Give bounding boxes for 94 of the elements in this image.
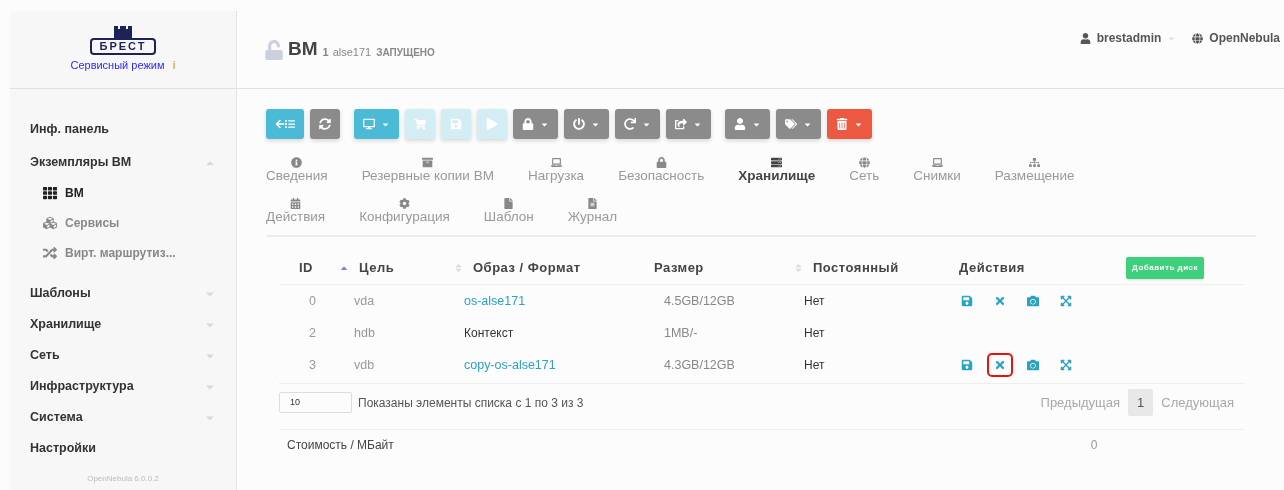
- lock-icon: [655, 157, 667, 168]
- shuffle-icon: [43, 246, 57, 260]
- row-action-button[interactable]: [987, 353, 1013, 377]
- toolbar-button[interactable]: [666, 109, 711, 139]
- back-list-icon: [275, 119, 295, 129]
- table-cell: vda: [354, 293, 375, 308]
- sort-icon: [454, 262, 463, 273]
- table-cell: Нет: [804, 293, 825, 308]
- table-cell: Нет: [804, 325, 825, 340]
- gear-icon: [398, 198, 410, 209]
- floppy-icon: [450, 118, 462, 130]
- close-icon: [994, 359, 1006, 371]
- sitemap-icon: [1029, 157, 1041, 168]
- column-header[interactable]: Действия: [959, 257, 1025, 278]
- expand-icon: [1060, 359, 1072, 371]
- toolbar-button[interactable]: [564, 109, 609, 139]
- floppy-icon: [961, 359, 973, 371]
- document-icon: [586, 198, 598, 209]
- table-cell: 0: [309, 293, 316, 308]
- castle-icon: [113, 25, 133, 38]
- toolbar-button[interactable]: [615, 109, 660, 139]
- server-icon: [771, 157, 783, 168]
- grid-icon: [43, 186, 57, 200]
- sidebar-subitem[interactable]: ВМ: [30, 178, 216, 208]
- sort-icon: [794, 262, 803, 273]
- cost-value: 0: [1090, 436, 1098, 454]
- sidebar-item[interactable]: Экземпляры ВМ: [30, 147, 216, 178]
- tags-icon: [785, 118, 797, 130]
- service-mode-label: Сервисный режим: [70, 57, 165, 73]
- expand-icon: [1060, 295, 1072, 307]
- lock-icon: [522, 118, 534, 130]
- page-size-select[interactable]: 10: [279, 392, 352, 413]
- tab[interactable]: Хранилище: [738, 157, 816, 184]
- laptop-icon: [550, 157, 562, 168]
- trash-icon: [836, 118, 848, 130]
- archive-icon: [422, 157, 434, 168]
- floppy-icon: [961, 295, 973, 307]
- camera-icon: [1027, 295, 1039, 307]
- list-info-text: Показаны элементы списка с 1 по 3 из 3: [358, 394, 584, 412]
- monitor-icon: [363, 118, 375, 130]
- share-icon: [675, 118, 687, 130]
- table-cell: hdb: [354, 325, 375, 340]
- column-header[interactable]: Цель: [359, 257, 395, 278]
- column-header[interactable]: Образ / Формат: [473, 257, 581, 278]
- column-header[interactable]: ID: [299, 257, 313, 278]
- sidebar-item[interactable]: Инфраструктура: [30, 371, 216, 402]
- globe-icon: [1192, 32, 1204, 44]
- table-cell: 3: [309, 357, 316, 372]
- toolbar-button[interactable]: [776, 109, 821, 139]
- table-cell: 4.5GB/12GB: [664, 293, 735, 308]
- user-menu[interactable]: brestadmin: [1079, 29, 1177, 47]
- info-icon: [291, 157, 303, 168]
- vm-state: ЗАПУЩЕНО: [376, 45, 435, 60]
- laptop-icon: [931, 157, 943, 168]
- refresh-icon: [319, 118, 331, 130]
- power-icon: [573, 118, 585, 130]
- toolbar-button[interactable]: [266, 109, 304, 139]
- table-cell: Нет: [804, 357, 825, 372]
- sidebar-item[interactable]: Инф. панель: [30, 114, 216, 145]
- table-cell: 2: [309, 325, 316, 340]
- sidebar-item[interactable]: Хранилище: [30, 309, 216, 340]
- table-cell: 4.3GB/12GB: [664, 357, 735, 372]
- toolbar-button[interactable]: [310, 109, 340, 139]
- table-cell: 1MB/-: [664, 325, 698, 340]
- sidebar-item[interactable]: Система: [30, 402, 216, 433]
- vm-name: alse171: [332, 44, 372, 60]
- globe-icon: [858, 157, 870, 168]
- close-icon: [994, 295, 1006, 307]
- sidebar-item[interactable]: Настройки: [30, 433, 216, 464]
- vm-title: ВМ: [288, 37, 318, 62]
- column-header[interactable]: Размер: [654, 257, 704, 278]
- sidebar-item[interactable]: Шаблоны: [30, 278, 216, 309]
- user-icon: [734, 118, 746, 130]
- toolbar-button[interactable]: [354, 109, 399, 139]
- toolbar-button[interactable]: [827, 109, 872, 139]
- toolbar-button[interactable]: [513, 109, 558, 139]
- cost-label: Стоимость / МБайт: [286, 436, 394, 454]
- camera-icon: [1027, 359, 1039, 371]
- unlock-icon: [264, 39, 284, 60]
- zone-menu[interactable]: OpenNebula: [1192, 29, 1280, 47]
- sidebar-item[interactable]: Сеть: [30, 340, 216, 371]
- toolbar-button[interactable]: [725, 109, 770, 139]
- pagination-button[interactable]: 1: [1128, 389, 1154, 416]
- calendar-icon: [290, 198, 302, 209]
- user-icon: [1079, 32, 1091, 44]
- play-icon: [486, 118, 498, 130]
- table-cell: vdb: [354, 357, 375, 372]
- column-header[interactable]: Постоянный: [813, 257, 899, 278]
- vm-id: 1: [322, 44, 329, 60]
- table-cell: Контекст: [464, 325, 514, 340]
- redo-icon: [624, 118, 636, 130]
- file-icon: [503, 198, 515, 209]
- cart-icon: [414, 118, 426, 130]
- cubes-icon: [43, 216, 57, 230]
